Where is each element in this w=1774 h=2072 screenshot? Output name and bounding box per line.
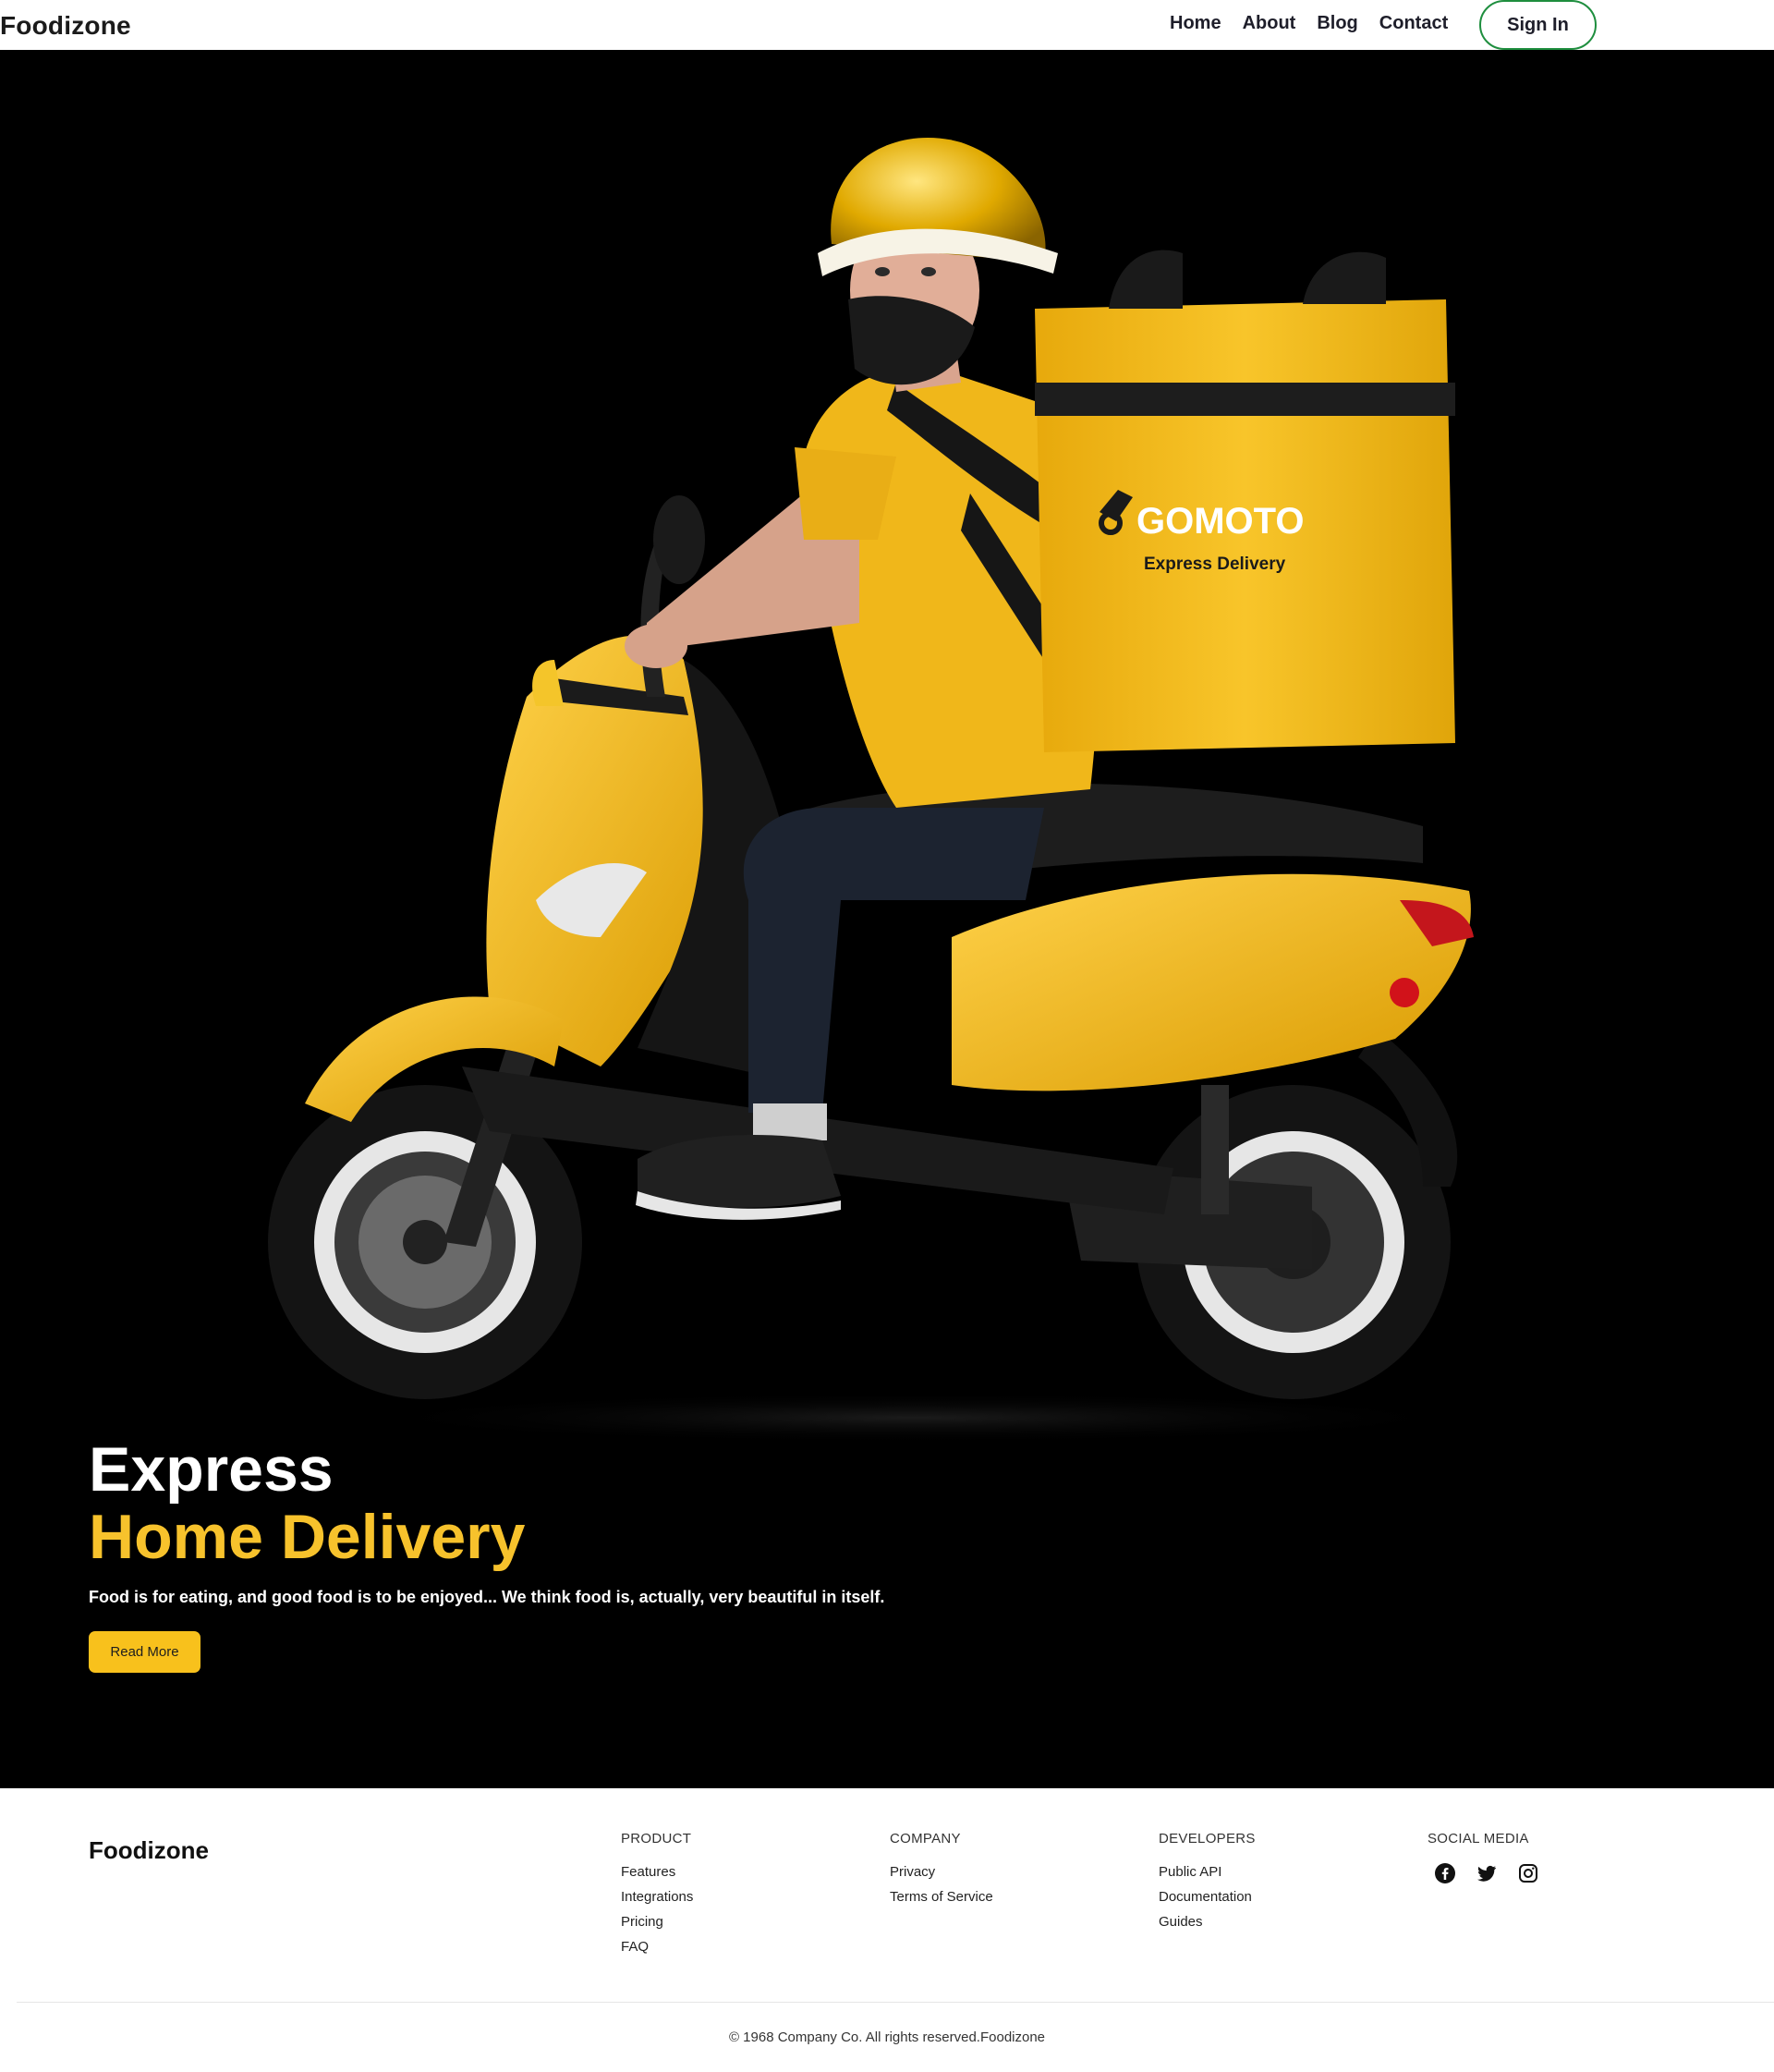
twitter-icon[interactable] [1473, 1859, 1500, 1886]
hero-title-line2: Home Delivery [89, 1502, 526, 1573]
footer-col-company: COMPANY Privacy Terms of Service [890, 1831, 993, 1909]
footer-link-features[interactable]: Features [621, 1859, 693, 1884]
copyright-text: © 1968 Company Co. All rights reserved.F… [728, 2029, 1046, 2045]
footer-link-guides[interactable]: Guides [1159, 1909, 1256, 1934]
footer-link-public-api[interactable]: Public API [1159, 1859, 1256, 1884]
facebook-icon[interactable] [1431, 1859, 1458, 1886]
hero-title-line1: Express [89, 1434, 334, 1505]
hero-section: GOMOTO Express Delivery Express Home Del… [0, 50, 1774, 1788]
nav-link-blog[interactable]: Blog [1317, 13, 1357, 34]
footer-brand[interactable]: Foodizone [89, 1836, 209, 1865]
bag-tagline-text: Express Delivery [1144, 555, 1286, 574]
footer-link-pricing[interactable]: Pricing [621, 1909, 693, 1934]
footer-heading-company: COMPANY [890, 1831, 961, 1847]
hero-title: Express Home Delivery [89, 1434, 526, 1573]
footer-link-terms[interactable]: Terms of Service [890, 1884, 993, 1909]
footer-col-social: SOCIAL MEDIA [1428, 1831, 1541, 1886]
nav-link-about[interactable]: About [1243, 13, 1296, 34]
footer-link-faq[interactable]: FAQ [621, 1934, 693, 1959]
footer-heading-social: SOCIAL MEDIA [1428, 1831, 1529, 1847]
hero-description: Food is for eating, and good food is to … [89, 1588, 885, 1606]
nav-link-home[interactable]: Home [1170, 13, 1221, 34]
social-icons [1428, 1859, 1541, 1886]
footer-divider [17, 2002, 1774, 2003]
site-footer: Foodizone PRODUCT Features Integrations … [0, 1788, 1774, 2072]
footer-link-documentation[interactable]: Documentation [1159, 1884, 1256, 1909]
footer-col-product: PRODUCT Features Integrations Pricing FA… [621, 1831, 693, 1959]
delivery-scooter-illustration: GOMOTO Express Delivery [268, 137, 1488, 1444]
footer-heading-product: PRODUCT [621, 1831, 692, 1847]
nav-link-contact[interactable]: Contact [1379, 13, 1448, 34]
footer-col-developers: DEVELOPERS Public API Documentation Guid… [1159, 1831, 1256, 1934]
instagram-icon[interactable] [1514, 1859, 1541, 1886]
brand-logo[interactable]: Foodizone [0, 11, 131, 41]
read-more-button[interactable]: Read More [89, 1631, 200, 1673]
footer-heading-developers: DEVELOPERS [1159, 1831, 1256, 1847]
top-navbar: Foodizone Home About Blog Contact Sign I… [0, 0, 1774, 50]
footer-link-privacy[interactable]: Privacy [890, 1859, 993, 1884]
main-menu: Home About Blog Contact [1170, 13, 1469, 34]
delivery-bag: GOMOTO Express Delivery [1035, 250, 1455, 752]
footer-link-integrations[interactable]: Integrations [621, 1884, 693, 1909]
bag-brand-text: GOMOTO [1136, 501, 1304, 542]
sign-in-button[interactable]: Sign In [1479, 0, 1597, 50]
